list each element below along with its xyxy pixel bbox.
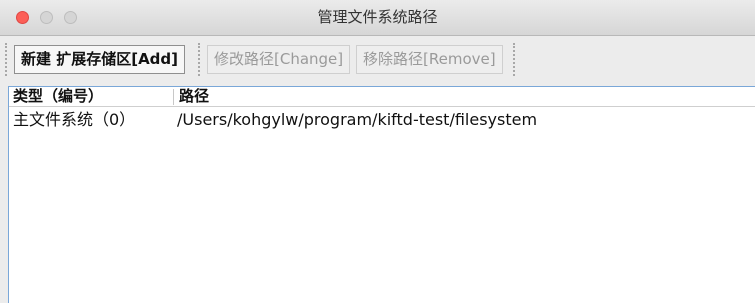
toolbar-grip[interactable]	[5, 43, 7, 76]
filesystem-table[interactable]: 类型（编号） 路径 主文件系统（0） /Users/kohgylw/progra…	[8, 86, 755, 303]
toolbar-separator	[198, 43, 200, 76]
title-bar: 管理文件系统路径	[0, 0, 755, 36]
cell-type: 主文件系统（0）	[13, 110, 136, 129]
change-path-button[interactable]: 修改路径[Change]	[207, 45, 351, 74]
column-header-path[interactable]: 路径	[179, 87, 209, 106]
window-title: 管理文件系统路径	[317, 8, 438, 26]
toolbar: 新建 扩展存储区[Add] 修改路径[Change] 移除路径[Remove]	[0, 36, 755, 84]
column-resize-handle[interactable]	[173, 89, 174, 105]
cell-path: /Users/kohgylw/program/kiftd-test/filesy…	[177, 110, 538, 129]
add-storage-button[interactable]: 新建 扩展存储区[Add]	[14, 45, 186, 74]
table-row[interactable]: 主文件系统（0） /Users/kohgylw/program/kiftd-te…	[9, 108, 755, 132]
column-header-type[interactable]: 类型（编号）	[13, 87, 103, 106]
toolbar-separator	[513, 43, 515, 76]
manage-filesystem-window: 管理文件系统路径 新建 扩展存储区[Add] 修改路径[Change] 移除路径…	[0, 0, 755, 303]
table-header: 类型（编号） 路径	[9, 87, 755, 107]
remove-path-button[interactable]: 移除路径[Remove]	[356, 45, 503, 74]
